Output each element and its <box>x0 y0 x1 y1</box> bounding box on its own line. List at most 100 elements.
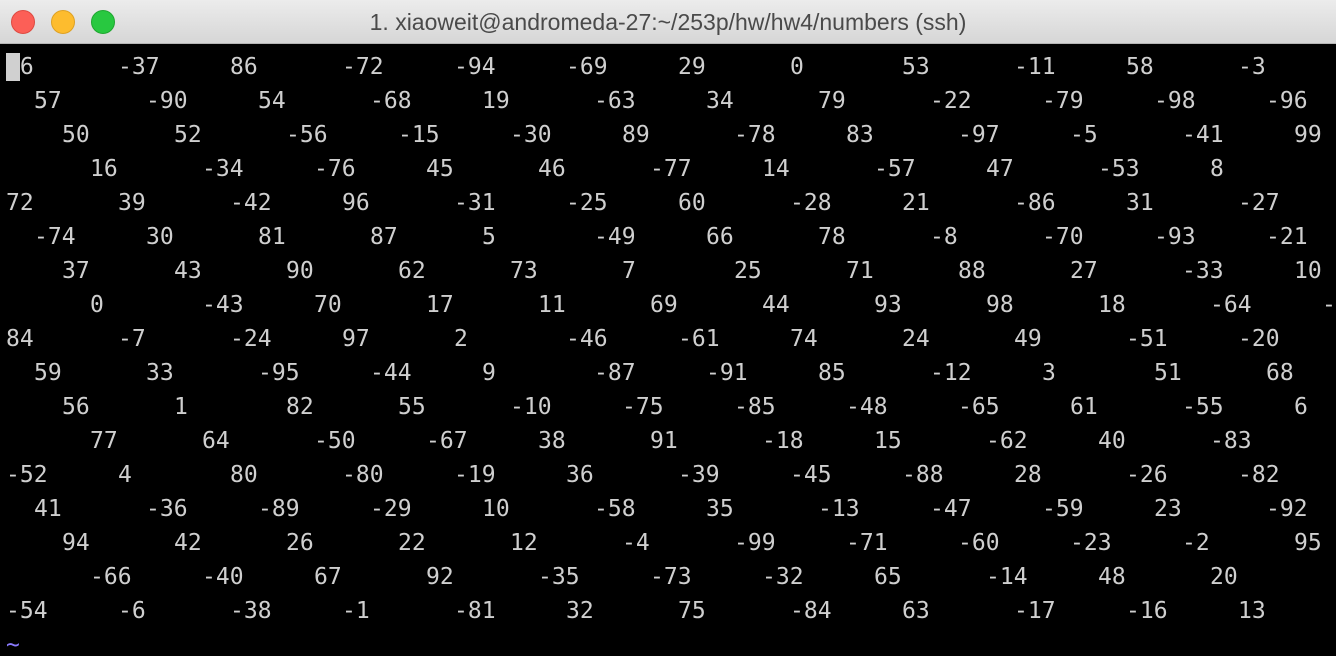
number-value: -70 <box>1042 224 1084 250</box>
number-value: -51 <box>1126 326 1168 352</box>
terminal-line: -52 4 80 -80 -19 36 -39 -45 -88 28 -26 -82 <box>0 458 1336 492</box>
number-value: -75 <box>622 394 664 420</box>
number-value: -82 <box>1238 462 1280 488</box>
number-value: 69 <box>650 292 678 318</box>
number-value: -15 <box>398 122 440 148</box>
number-value: 45 <box>426 156 454 182</box>
number-value: -78 <box>734 122 776 148</box>
number-value: -27 <box>1238 190 1280 216</box>
number-value: 10 <box>482 496 510 522</box>
terminal-line: -54 -6 -38 -1 -81 32 75 -84 63 -17 -16 13 <box>0 594 1336 628</box>
number-value: -34 <box>202 156 244 182</box>
vim-empty-line-marker: ~ <box>6 632 20 656</box>
number-value: -90 <box>146 88 188 114</box>
number-value: 19 <box>482 88 510 114</box>
number-value: 39 <box>118 190 146 216</box>
number-value: -25 <box>566 190 608 216</box>
number-value: 98 <box>986 292 1014 318</box>
number-value: 37 <box>62 258 90 284</box>
number-value: 82 <box>286 394 314 420</box>
number-value: -62 <box>986 428 1028 454</box>
number-value: 94 <box>62 530 90 556</box>
terminal-content[interactable]: 76-3786-72-94-6929053-1158-357-9054-6819… <box>0 45 1336 656</box>
number-value: -2 <box>1182 530 1210 556</box>
number-value: -4 <box>622 530 650 556</box>
number-value: 16 <box>90 156 118 182</box>
title-bar[interactable]: 1. xiaoweit@andromeda-27:~/253p/hw/hw4/n… <box>0 0 1336 44</box>
terminal-line: 41 -36 -89 -29 10 -58 35 -13 -47 -59 23 -92 <box>0 492 1336 526</box>
number-value: -53 <box>1098 156 1140 182</box>
number-value: -18 <box>762 428 804 454</box>
number-value: 91 <box>650 428 678 454</box>
number-value: -8 <box>930 224 958 250</box>
number-value: -56 <box>286 122 328 148</box>
number-value: -35 <box>538 564 580 590</box>
number-value: 25 <box>734 258 762 284</box>
number-value: -96 <box>1266 88 1308 114</box>
number-value: -57 <box>874 156 916 182</box>
terminal-line: 84 -7 -24 97 2 -46 -61 74 24 49 -51 -20 <box>0 322 1336 356</box>
number-value: -9 <box>1322 292 1336 318</box>
number-value: 12 <box>510 530 538 556</box>
number-value: -46 <box>566 326 608 352</box>
number-value: 85 <box>818 360 846 386</box>
number-value: 99 <box>1294 122 1322 148</box>
number-value: 52 <box>174 122 202 148</box>
number-value: 63 <box>902 598 930 624</box>
number-value: 61 <box>1070 394 1098 420</box>
number-value: -5 <box>1070 122 1098 148</box>
number-value: 49 <box>1014 326 1042 352</box>
number-value: -24 <box>230 326 272 352</box>
number-value: 71 <box>846 258 874 284</box>
number-value: 93 <box>874 292 902 318</box>
number-value: 3 <box>1042 360 1056 386</box>
number-value: -60 <box>958 530 1000 556</box>
number-value: 21 <box>902 190 930 216</box>
number-value: 78 <box>818 224 846 250</box>
number-value: -59 <box>1042 496 1084 522</box>
number-value: -93 <box>1154 224 1196 250</box>
number-value: -50 <box>314 428 356 454</box>
terminal-window: 1. xiaoweit@andromeda-27:~/253p/hw/hw4/n… <box>0 0 1336 656</box>
number-value: -88 <box>902 462 944 488</box>
number-value: -72 <box>342 54 384 80</box>
number-value: 65 <box>874 564 902 590</box>
number-value: 84 <box>6 326 34 352</box>
number-value: -17 <box>1014 598 1056 624</box>
number-value: -47 <box>930 496 972 522</box>
number-value: 92 <box>426 564 454 590</box>
number-value: 26 <box>286 530 314 556</box>
number-value: 5 <box>482 224 496 250</box>
terminal-line: 77 64 -50 -67 38 91 -18 15 -62 40 -83 <box>0 424 1336 458</box>
terminal-line: -66 -40 67 92 -35 -73 -32 65 -14 48 20 <box>0 560 1336 594</box>
number-value: 15 <box>874 428 902 454</box>
number-value: -87 <box>594 360 636 386</box>
number-value: 1 <box>174 394 188 420</box>
number-value: 44 <box>762 292 790 318</box>
number-value: 22 <box>398 530 426 556</box>
number-value: -20 <box>1238 326 1280 352</box>
number-value: 31 <box>1126 190 1154 216</box>
number-value: -28 <box>790 190 832 216</box>
number-value: -3 <box>1238 54 1266 80</box>
terminal-line: -74 30 81 87 5 -49 66 78 -8 -70 -93 -21 <box>0 220 1336 254</box>
number-value: -55 <box>1182 394 1224 420</box>
number-value: 23 <box>1154 496 1182 522</box>
number-value: 51 <box>1154 360 1182 386</box>
number-value: 67 <box>314 564 342 590</box>
number-value: -73 <box>650 564 692 590</box>
number-value: 70 <box>314 292 342 318</box>
number-value: -23 <box>1070 530 1112 556</box>
number-value: -44 <box>370 360 412 386</box>
number-value: 18 <box>1098 292 1126 318</box>
number-value: -91 <box>706 360 748 386</box>
terminal-line: 0 -43 70 17 11 69 44 93 98 18 -64 -9 <box>0 288 1336 322</box>
number-value: 13 <box>1238 598 1266 624</box>
number-value: 48 <box>1098 564 1126 590</box>
terminal-line: 76-3786-72-94-6929053-1158-3 <box>0 50 1336 84</box>
number-value: 24 <box>902 326 930 352</box>
number-value: -37 <box>118 54 160 80</box>
number-value: -79 <box>1042 88 1084 114</box>
number-value: 58 <box>1126 54 1154 80</box>
number-value: -77 <box>650 156 692 182</box>
